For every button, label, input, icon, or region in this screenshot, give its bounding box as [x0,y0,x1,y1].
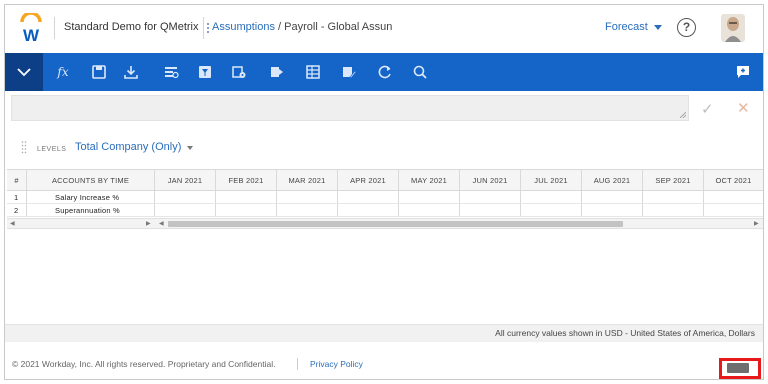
scrollbar-thumb[interactable] [168,221,623,227]
data-cell[interactable] [704,191,763,203]
column-header-accounts[interactable]: ACCOUNTS BY TIME [27,170,155,190]
data-cell[interactable] [521,204,582,216]
scroll-left-icon[interactable]: ◀ [10,220,15,227]
data-cell[interactable] [643,191,704,203]
account-cell[interactable]: Salary Increase % [27,191,155,203]
data-cell[interactable] [277,191,338,203]
collapse-chevron-icon[interactable] [5,53,43,91]
export-icon[interactable] [269,64,285,80]
levels-label: LEVELS [37,146,67,153]
toolbar: fx [5,53,763,91]
data-cell[interactable] [460,204,521,216]
app-title: Standard Demo for QMetrix [64,21,199,33]
row-number: 2 [7,204,27,216]
currency-note: All currency values shown in USD - Unite… [5,324,763,342]
row-number-header: # [7,170,27,190]
chevron-down-icon[interactable] [187,146,193,150]
column-header-month[interactable]: MAY 2021 [399,170,460,190]
avatar[interactable] [721,14,745,42]
column-header-month[interactable]: MAR 2021 [277,170,338,190]
breadcrumb-separator: / [274,21,285,33]
edit-icon[interactable] [341,64,357,80]
column-header-month[interactable]: AUG 2021 [582,170,643,190]
help-icon[interactable]: ? [677,18,696,37]
fx-icon[interactable]: fx [55,64,71,80]
column-header-month[interactable]: JAN 2021 [155,170,216,190]
refresh-icon[interactable] [377,64,393,80]
confirm-check-icon[interactable]: ✓ [701,100,714,118]
header-divider [203,17,204,39]
data-cell[interactable] [155,191,216,203]
data-cell[interactable] [582,204,643,216]
app-window: W Standard Demo for QMetrix Assumptions … [4,4,764,380]
data-cell[interactable] [704,204,763,216]
comment-icon[interactable] [735,64,751,80]
column-header-month[interactable]: SEP 2021 [643,170,704,190]
scroll-left-icon[interactable]: ◀ [159,220,164,227]
data-cell[interactable] [582,191,643,203]
scroll-right-icon[interactable]: ▶ [146,220,151,227]
data-cell[interactable] [399,204,460,216]
app-header: W Standard Demo for QMetrix Assumptions … [5,5,763,51]
formula-input[interactable] [11,95,689,121]
copyright-text: © 2021 Workday, Inc. All rights reserved… [12,359,276,369]
breadcrumb-current: Payroll - Global Assun [284,21,393,33]
drag-handle-icon[interactable] [21,140,27,154]
search-icon[interactable] [412,64,428,80]
column-header-month[interactable]: APR 2021 [338,170,399,190]
scenario-dropdown[interactable]: Forecast [605,21,662,33]
levels-dropdown[interactable]: Total Company (Only) [75,141,181,153]
data-cell[interactable] [460,191,521,203]
data-cell[interactable] [216,204,277,216]
data-cell[interactable] [338,191,399,203]
column-header-month[interactable]: OCT 2021 [704,170,763,190]
download-icon[interactable] [123,64,139,80]
save-icon[interactable] [91,64,107,80]
data-cell[interactable] [399,191,460,203]
scenario-label: Forecast [605,21,648,33]
insert-rows-icon[interactable] [163,64,179,80]
settings-icon[interactable] [231,64,247,80]
data-cell[interactable] [155,204,216,216]
data-cell[interactable] [521,191,582,203]
data-cell[interactable] [643,204,704,216]
table-row: 1 Salary Increase % [7,191,763,204]
scroll-right-icon[interactable]: ▶ [754,220,759,227]
grid-header-row: # ACCOUNTS BY TIME JAN 2021 FEB 2021 MAR… [7,169,763,191]
chevron-down-icon [653,24,662,30]
data-cell[interactable] [338,204,399,216]
data-cell[interactable] [277,204,338,216]
workday-logo[interactable]: W [18,13,44,43]
table-row: 2 Superannuation % [7,204,763,217]
row-number: 1 [7,191,27,203]
horizontal-scrollbar[interactable]: ◀ ▶ ◀ ▶ [7,218,763,229]
filter-icon[interactable] [197,64,213,80]
breadcrumb-assumptions-link[interactable]: Assumptions [212,21,275,33]
keyboard-icon[interactable] [727,363,749,373]
privacy-policy-link[interactable]: Privacy Policy [310,359,363,369]
resize-grip-icon[interactable] [680,112,686,118]
table-icon[interactable] [305,64,321,80]
column-header-month[interactable]: JUN 2021 [460,170,521,190]
data-cell[interactable] [216,191,277,203]
footer-divider [297,358,298,370]
svg-text:W: W [23,26,40,43]
account-cell[interactable]: Superannuation % [27,204,155,216]
column-header-month[interactable]: FEB 2021 [216,170,277,190]
breadcrumb-drag-icon [207,23,210,33]
cancel-x-icon[interactable]: ✕ [737,99,750,117]
breadcrumb: Assumptions / Payroll - Global Assun [212,21,392,33]
column-header-month[interactable]: JUL 2021 [521,170,582,190]
header-divider [54,17,55,39]
